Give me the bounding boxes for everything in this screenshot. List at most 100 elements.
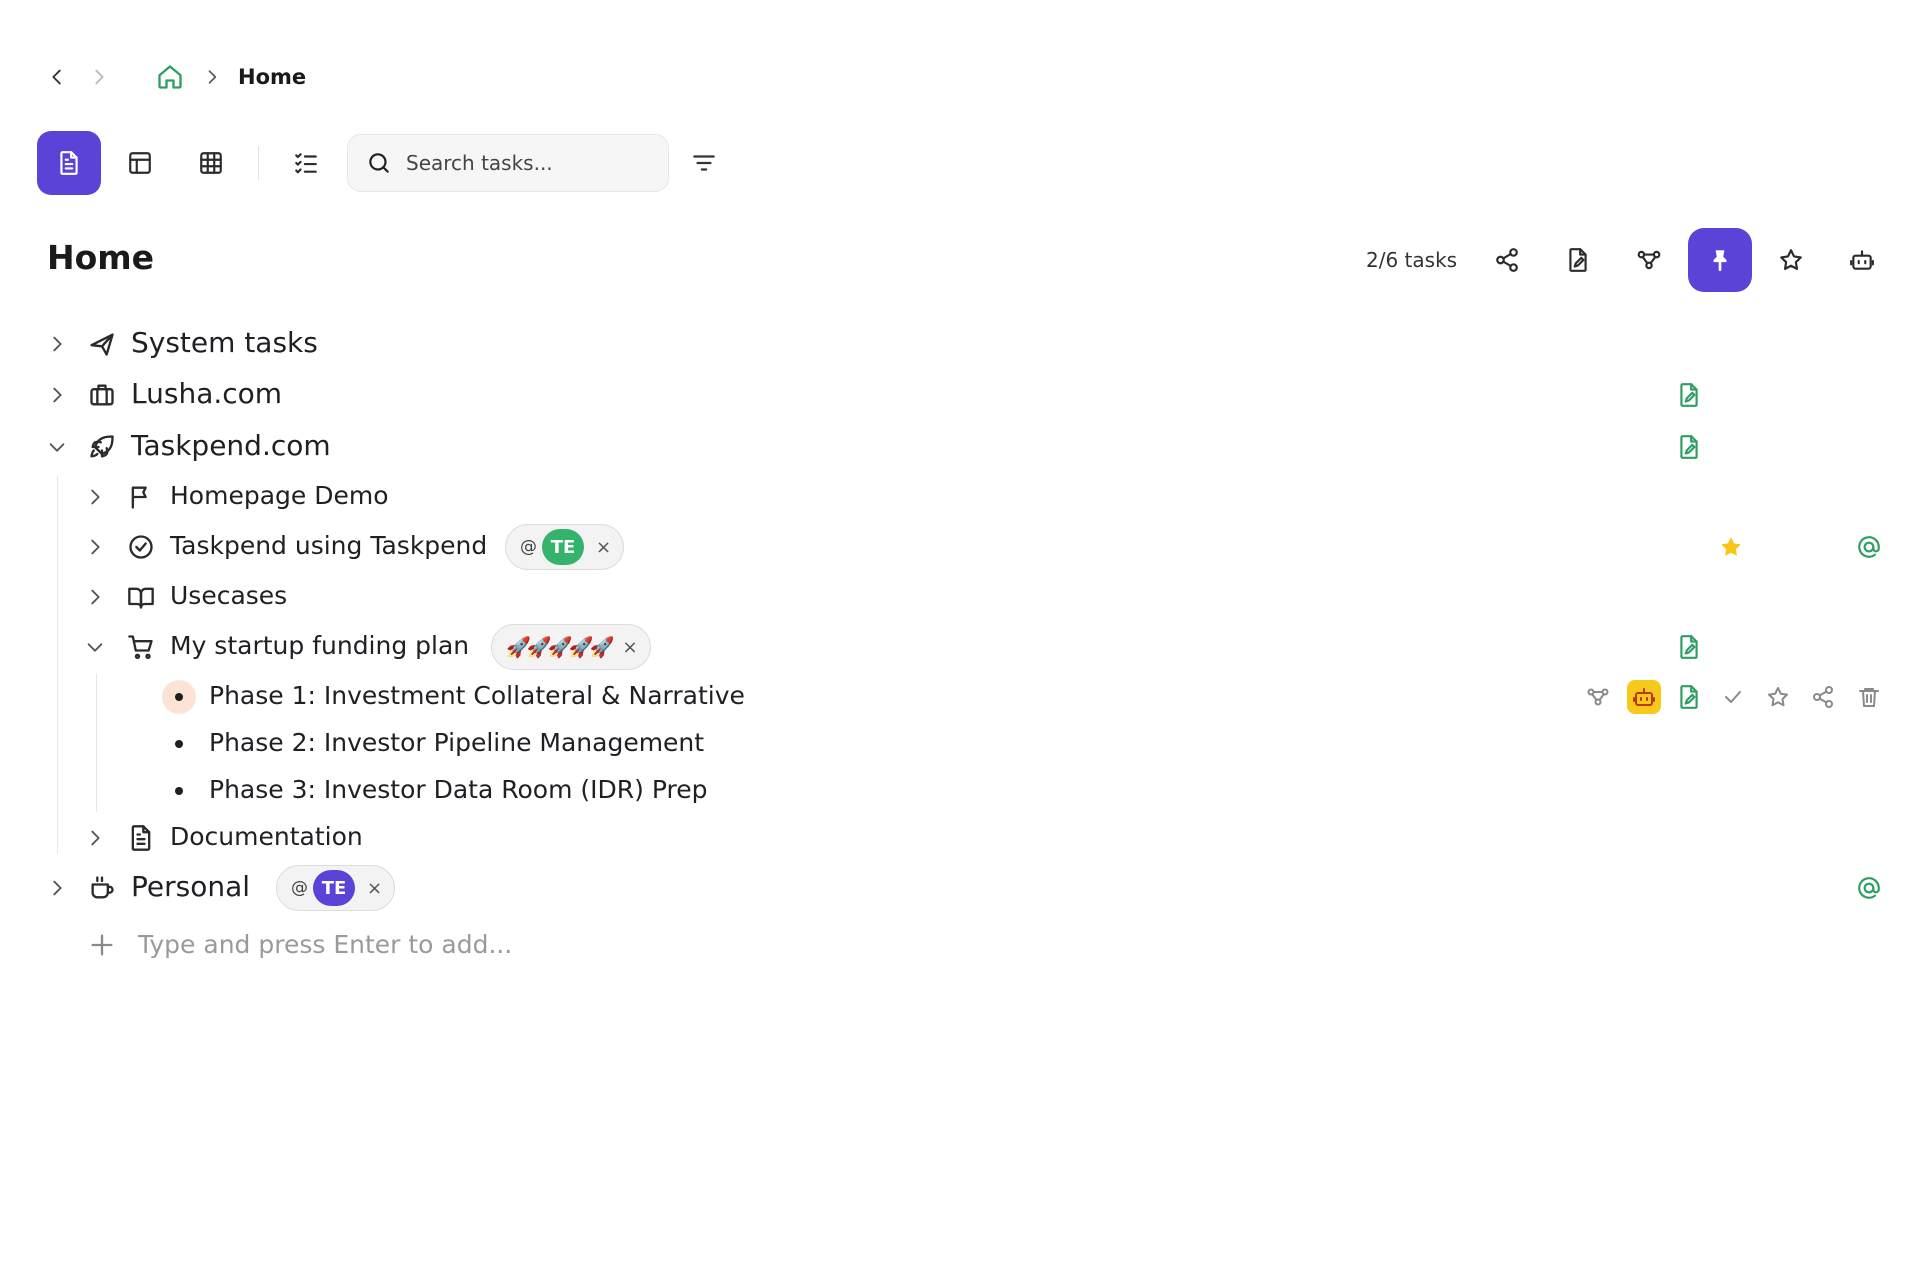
chevron-right-icon[interactable] [84, 586, 106, 608]
file-edit-icon[interactable] [1676, 634, 1702, 660]
assignee-tag[interactable]: @ TE × [276, 865, 396, 911]
document-view-button[interactable] [37, 131, 101, 195]
chevron-right-icon [202, 67, 222, 87]
workflow-icon[interactable] [1586, 685, 1610, 709]
chevron-right-icon[interactable] [84, 536, 106, 558]
share-button[interactable] [1475, 228, 1539, 292]
star-filled-icon[interactable] [1718, 534, 1744, 560]
rocket-emojis: 🚀🚀🚀🚀🚀 [506, 635, 614, 659]
bullet-icon [175, 787, 183, 795]
tree-row[interactable]: My startup funding plan 🚀🚀🚀🚀🚀 × [0, 624, 1920, 670]
emoji-tag[interactable]: 🚀🚀🚀🚀🚀 × [491, 624, 651, 670]
share-icon[interactable] [1811, 685, 1835, 709]
chevron-down-icon[interactable] [46, 436, 68, 458]
layout-icon [127, 150, 153, 176]
tree-row[interactable]: Documentation [0, 818, 1920, 858]
chevron-right-icon[interactable] [46, 384, 68, 406]
check-icon[interactable] [1721, 685, 1745, 709]
briefcase-icon [88, 381, 116, 409]
tree-row[interactable]: Lusha.com [0, 373, 1920, 417]
tree-row[interactable]: Homepage Demo [0, 477, 1920, 517]
document-icon [127, 824, 155, 852]
file-edit-icon[interactable] [1676, 684, 1702, 710]
chevron-right-icon[interactable] [84, 486, 106, 508]
file-edit-icon [1565, 247, 1591, 273]
avatar: TE [313, 870, 355, 906]
tree-label: Taskpend using Taskpend [170, 531, 488, 560]
pin-icon [1707, 247, 1733, 273]
remove-tag-button[interactable]: × [623, 637, 638, 658]
tree-row[interactable]: Taskpend using Taskpend @ TE × [0, 524, 1920, 570]
tree-label: My startup funding plan [170, 631, 470, 660]
search-input[interactable] [406, 151, 646, 175]
document-icon [56, 150, 82, 176]
chevron-left-icon [46, 66, 68, 88]
layout-view-button[interactable] [108, 131, 172, 195]
search-box[interactable] [347, 134, 669, 192]
tree-label: Personal [131, 870, 251, 903]
tree-row[interactable]: System tasks [0, 322, 1920, 366]
tree-row[interactable]: Phase 2: Investor Pipeline Management [0, 724, 1920, 764]
check-circle-icon [127, 533, 155, 561]
workflow-button[interactable] [1617, 228, 1681, 292]
tree-label: Usecases [170, 581, 288, 610]
cart-icon [127, 633, 155, 661]
coffee-icon [88, 874, 116, 902]
robot-icon [1849, 247, 1875, 273]
grid-view-button[interactable] [179, 131, 243, 195]
home-icon[interactable] [156, 63, 184, 91]
pin-button[interactable] [1688, 228, 1753, 292]
tree-label: Documentation [170, 822, 363, 851]
mention-symbol: @ [291, 878, 308, 898]
remove-tag-button[interactable]: × [367, 878, 382, 899]
file-edit-icon[interactable] [1676, 434, 1702, 460]
checklist-icon [293, 150, 319, 176]
tree-label: Phase 1: Investment Collateral & Narrati… [209, 681, 745, 710]
back-button[interactable] [44, 64, 70, 90]
edit-document-button[interactable] [1546, 228, 1610, 292]
favorite-button[interactable] [1759, 228, 1823, 292]
task-count: 2/6 tasks [1366, 248, 1458, 272]
tree-label: Phase 2: Investor Pipeline Management [209, 728, 705, 757]
rocket-icon [88, 433, 116, 461]
chevron-right-icon [88, 66, 110, 88]
chevron-right-icon[interactable] [46, 877, 68, 899]
star-icon[interactable] [1766, 685, 1790, 709]
filter-icon[interactable] [691, 150, 717, 176]
tree-label: Homepage Demo [170, 481, 389, 510]
book-icon [127, 583, 155, 611]
add-task-input[interactable] [138, 930, 638, 959]
grid-icon [198, 150, 224, 176]
checklist-view-button[interactable] [274, 131, 338, 195]
add-task-row [88, 930, 638, 959]
at-sign-icon[interactable] [1856, 534, 1882, 560]
chevron-down-icon[interactable] [84, 636, 106, 658]
tree-row[interactable]: Phase 3: Investor Data Room (IDR) Prep [0, 771, 1920, 811]
at-sign-icon[interactable] [1856, 875, 1882, 901]
mention-symbol: @ [520, 537, 537, 557]
tree-row[interactable]: Taskpend.com [0, 425, 1920, 469]
tree-label: Taskpend.com [131, 429, 331, 462]
chevron-right-icon[interactable] [46, 333, 68, 355]
tree-label: Lusha.com [131, 377, 283, 410]
toolbar-divider [258, 146, 259, 180]
trash-icon[interactable] [1857, 685, 1881, 709]
header-actions: 2/6 tasks [1366, 228, 1894, 292]
page-title: Home [47, 238, 155, 277]
tree-row[interactable]: Usecases [0, 577, 1920, 617]
tree-label: Phase 3: Investor Data Room (IDR) Prep [209, 775, 708, 804]
plus-icon[interactable] [88, 931, 116, 959]
plane-icon [88, 330, 116, 358]
assignee-tag[interactable]: @ TE × [505, 524, 625, 570]
search-icon [366, 150, 392, 176]
tree-row[interactable]: Phase 1: Investment Collateral & Narrati… [0, 676, 1920, 718]
robot-icon[interactable] [1627, 680, 1661, 714]
file-edit-icon[interactable] [1676, 382, 1702, 408]
chevron-right-icon[interactable] [84, 827, 106, 849]
forward-button[interactable] [86, 64, 112, 90]
bullet-icon [175, 740, 183, 748]
ai-assistant-button[interactable] [1830, 228, 1894, 292]
workflow-icon [1636, 247, 1662, 273]
tree-row[interactable]: Personal @ TE × [0, 865, 1920, 911]
remove-tag-button[interactable]: × [596, 537, 611, 558]
